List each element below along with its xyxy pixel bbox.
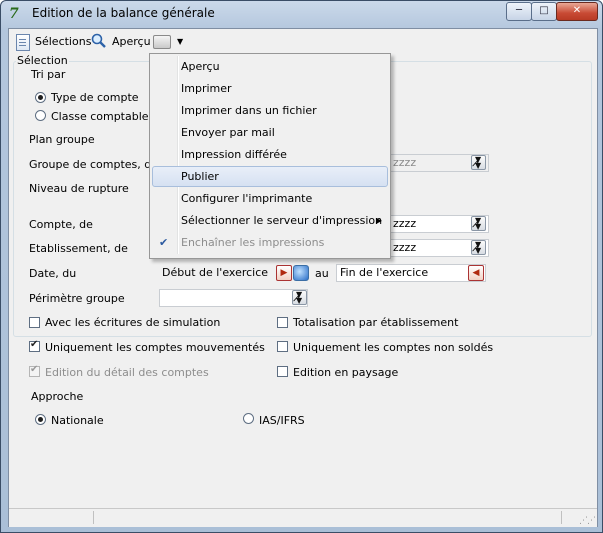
checkbox-paysage[interactable]	[277, 366, 288, 377]
menu-item-label: Imprimer dans un fichier	[181, 104, 317, 117]
submenu-arrow-icon: ▶	[375, 216, 382, 225]
selection-group-title: Sélection	[16, 54, 69, 67]
menu-item-apercu[interactable]: Aperçu	[152, 56, 388, 77]
apercu-button[interactable]: Aperçu	[112, 33, 151, 51]
menu-item-label: Publier	[181, 170, 219, 183]
groupe-comptes-label: Groupe de comptes, de	[29, 158, 159, 171]
menu-item-envoyer-mail[interactable]: Envoyer par mail	[152, 122, 388, 143]
toolbar: Sélections Aperçu ▼	[9, 29, 597, 55]
approche-label: Approche	[31, 390, 84, 403]
etablissement-label: Etablissement, de	[29, 242, 128, 255]
globe-icon[interactable]	[293, 265, 309, 281]
selections-button[interactable]: Sélections	[35, 33, 91, 51]
radio-nationale[interactable]	[35, 414, 46, 425]
app-logo-icon: 7	[9, 6, 19, 22]
checkbox-detail-comptes-label: Edition du détail des comptes	[45, 366, 209, 379]
tri-par-label: Tri par	[31, 68, 66, 81]
menu-item-label: Sélectionner le serveur d'impression	[181, 214, 383, 227]
radio-ias-ifrs[interactable]	[243, 413, 254, 424]
radio-classe-comptable[interactable]	[35, 110, 46, 121]
menu-item-publier[interactable]: Publier	[152, 166, 388, 187]
radio-nationale-label: Nationale	[51, 414, 104, 427]
menu-item-imprimer-fichier[interactable]: Imprimer dans un fichier	[152, 100, 388, 121]
checkbox-simulation[interactable]	[29, 317, 40, 328]
close-button[interactable]: ✕	[556, 2, 598, 21]
menu-item-enchainer-impressions: ✔ Enchaîner les impressions	[152, 232, 388, 253]
date-au-label: au	[315, 267, 329, 280]
checkbox-non-soldes[interactable]	[277, 341, 288, 352]
checkbox-non-soldes-label: Uniquement les comptes non soldés	[293, 341, 494, 354]
checkbox-mouvementes-label: Uniquement les comptes mouvementés	[45, 341, 265, 354]
printer-icon[interactable]	[153, 35, 171, 49]
status-bar: ⋰⋰	[9, 508, 597, 527]
etablissement-dropdown-button[interactable]: ▼ ▼	[471, 240, 486, 255]
niveau-rupture-label: Niveau de rupture	[29, 182, 129, 195]
menu-item-imprimer[interactable]: Imprimer	[152, 78, 388, 99]
maximize-button[interactable]: □	[531, 2, 557, 21]
date-to-field[interactable]: Fin de l'exercice	[336, 264, 486, 282]
title-bar[interactable]: 7 Edition de la balance générale ─ □ ✕	[1, 1, 602, 27]
menu-item-impression-differee[interactable]: Impression différée	[152, 144, 388, 165]
perimetre-label: Périmètre groupe	[29, 292, 125, 305]
window-title: Edition de la balance générale	[32, 6, 215, 20]
minimize-button[interactable]: ─	[506, 2, 532, 21]
menu-item-label: Imprimer	[181, 82, 232, 95]
date-label: Date, du	[29, 267, 77, 280]
checkbox-detail-comptes	[29, 364, 40, 377]
radio-ias-ifrs-label: IAS/IFRS	[259, 414, 305, 427]
compte-label: Compte, de	[29, 218, 93, 231]
print-dropdown-menu: Aperçu Imprimer Imprimer dans un fichier…	[149, 53, 391, 259]
menu-item-label: Impression différée	[181, 148, 287, 161]
plan-groupe-label: Plan groupe	[29, 133, 95, 146]
compte-dropdown-button[interactable]: ▼ ▼	[471, 216, 486, 231]
selections-icon[interactable]	[16, 34, 30, 51]
checkbox-mouvementes[interactable]	[29, 339, 40, 352]
checkmark-icon: ✔	[159, 236, 169, 249]
radio-classe-comptable-label: Classe comptable	[51, 110, 149, 123]
resize-grip-icon[interactable]: ⋰⋰	[579, 516, 596, 526]
radio-type-compte[interactable]	[35, 92, 46, 103]
checkbox-simulation-label: Avec les écritures de simulation	[45, 316, 221, 329]
menu-item-label: Configurer l'imprimante	[181, 192, 313, 205]
groupe-comptes-dropdown-button[interactable]: ▼ ▼	[471, 155, 486, 170]
perimetre-dropdown-button[interactable]: ▼ ▼	[292, 290, 307, 305]
magnifier-icon[interactable]	[91, 33, 107, 49]
chevron-down-icon[interactable]: ▼	[177, 37, 183, 46]
perimetre-field[interactable]	[159, 289, 308, 307]
radio-type-compte-label: Type de compte	[51, 91, 139, 104]
status-divider	[93, 511, 94, 524]
menu-item-serveur-impression[interactable]: Sélectionner le serveur d'impression ▶	[152, 210, 388, 231]
menu-item-label: Enchaîner les impressions	[181, 236, 325, 249]
menu-item-label: Aperçu	[181, 60, 220, 73]
date-to-calendar-icon[interactable]: ◀	[468, 265, 484, 281]
date-from-calendar-icon[interactable]: ▶	[276, 265, 292, 281]
status-divider	[561, 511, 562, 524]
checkbox-totalisation[interactable]	[277, 317, 288, 328]
checkbox-paysage-label: Edition en paysage	[293, 366, 399, 379]
menu-item-label: Envoyer par mail	[181, 126, 275, 139]
menu-item-configurer-imprimante[interactable]: Configurer l'imprimante	[152, 188, 388, 209]
checkbox-totalisation-label: Totalisation par établissement	[293, 316, 459, 329]
